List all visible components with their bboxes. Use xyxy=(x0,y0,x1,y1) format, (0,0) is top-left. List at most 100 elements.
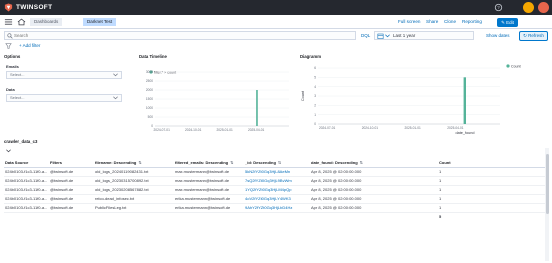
table-cell: @twinsoft.de xyxy=(49,194,94,204)
table-cell: 1 xyxy=(438,185,546,195)
table-cell: 024b0103-f1c3-11f0-a... xyxy=(4,203,49,213)
x-tick-label: 2025-04-01 xyxy=(447,126,464,130)
id-link[interactable]: 1YQ2fYZt0Gq3HjLM4pQp xyxy=(244,185,310,195)
y-tick-label: 2000 xyxy=(146,88,153,92)
data-select[interactable]: Select... xyxy=(6,94,122,102)
brand-logo[interactable]: TWINSOFT xyxy=(4,2,52,13)
table-row: 024b0103-f1c3-11f0-a... @twinsoft.de old… xyxy=(4,185,546,195)
table-cell: erika.mustermann@twinsoft.de xyxy=(174,203,244,213)
search-input[interactable] xyxy=(14,32,314,39)
sort-icon: ⇅ xyxy=(359,159,364,165)
timeline-chart: filter:* > count 3000 2500 2000 1500 1000 500… xyxy=(146,70,289,132)
home-icon[interactable] xyxy=(17,18,26,26)
legend-label: Count xyxy=(511,65,521,69)
timeline-panel-title: Data Timeline xyxy=(139,54,167,59)
table-row: 024b0103-f1c3-11f0-a... @twinsoft.de rel… xyxy=(4,194,546,204)
reporting-link[interactable]: Reporting xyxy=(462,18,482,26)
edit-button[interactable]: ✎ Edit xyxy=(497,17,518,27)
y-tick-label: 4 xyxy=(314,85,316,89)
table-cell: 024b0103-f1c3-11f0-a... xyxy=(4,176,49,186)
top-bar: TWINSOFT ? xyxy=(0,0,552,15)
calendar-icon[interactable] xyxy=(377,33,384,39)
refresh-icon: ↻ xyxy=(523,32,527,38)
table-panel-title: crawler_data_c3 xyxy=(4,139,38,144)
diagram-legend[interactable]: Count xyxy=(506,64,521,69)
chevron-down-icon[interactable] xyxy=(385,34,390,38)
legend-swatch xyxy=(506,64,510,68)
table-cell: max.mustermann@twinsoft.de xyxy=(174,185,244,195)
search-box[interactable] xyxy=(4,31,356,40)
add-filter-button[interactable]: + Add filter xyxy=(19,42,40,50)
column-header[interactable]: filtered_emails: Descending ⇅ xyxy=(174,158,244,168)
x-tick-label: 2025-04-01 xyxy=(248,128,265,132)
table-cell: 1 xyxy=(438,176,546,186)
table-row: 024b0103-f1c3-11f0-a... @twinsoft.de old… xyxy=(4,167,546,177)
full-screen-link[interactable]: Full screen xyxy=(398,18,420,26)
column-header[interactable]: date_found: Descending ⇅ xyxy=(310,158,438,168)
query-language-toggle[interactable]: DQL xyxy=(361,31,370,40)
id-link[interactable]: 9AhY2fYZt0Gq3HjLbD4Hz xyxy=(244,203,310,213)
filter-icon[interactable] xyxy=(5,43,12,49)
chevron-down-icon xyxy=(113,73,118,77)
sort-icon: ⇅ xyxy=(138,159,142,165)
emails-control-label: Emails xyxy=(6,64,19,69)
table-cell: Apr 8, 2025 @ 02:00:00.000 xyxy=(310,176,438,186)
refresh-button[interactable]: ↻ Refresh xyxy=(519,30,548,41)
x-tick-label: 2024-10-01 xyxy=(185,128,202,132)
table-cell: 1 xyxy=(438,167,546,177)
table-cell: Apr 8, 2025 @ 02:00:00.000 xyxy=(310,167,438,177)
table-cell: 024b0103-f1c3-11f0-a... xyxy=(4,185,49,195)
total-count: 5 xyxy=(439,214,442,220)
table-cell: Apr 8, 2025 @ 02:00:00.000 xyxy=(310,185,438,195)
notification-avatar[interactable] xyxy=(523,2,534,13)
table-total-row: 5 xyxy=(4,212,546,221)
column-header[interactable]: Data Source xyxy=(4,158,49,168)
diagram-chart: Count Count date_found 6 5 4 3 2 1 02024-07-01… xyxy=(301,64,521,135)
y-tick-label: 1500 xyxy=(146,97,153,101)
chevron-down-icon[interactable] xyxy=(6,149,11,153)
id-link[interactable]: 4oV2fYZt0Gq3HjLY4WK3 xyxy=(244,194,310,204)
clone-link[interactable]: Clone xyxy=(444,18,456,26)
y-tick-label: 1 xyxy=(314,113,316,117)
table-cell: 1 xyxy=(438,194,546,204)
id-link[interactable]: 5kN2fYZt0Gq3HjL8AeMn xyxy=(244,167,310,177)
show-dates-link[interactable]: Show dates xyxy=(486,31,510,40)
column-header[interactable]: Count xyxy=(438,158,546,168)
table-cell: relco-dead_infosec.txt xyxy=(94,194,174,204)
table-cell: old_logs_20230208567882.txt xyxy=(94,185,174,195)
pencil-icon: ✎ xyxy=(501,19,505,25)
table-row: 024b0103-f1c3-11f0-a... @twinsoft.de Pub… xyxy=(4,203,546,213)
y-tick-label: 1000 xyxy=(146,106,153,110)
emails-select[interactable]: Select... xyxy=(6,71,122,79)
help-icon[interactable]: ? xyxy=(494,3,503,12)
scrollbar-thumb[interactable] xyxy=(545,154,549,214)
column-header[interactable]: Filters xyxy=(49,158,94,168)
share-link[interactable]: Share xyxy=(426,18,438,26)
table-row: 024b0103-f1c3-11f0-a... @twinsoft.de old… xyxy=(4,176,546,186)
id-link[interactable]: 7sQ2fYZt0Gq3HjL9BvWm xyxy=(244,176,310,186)
x-axis-title: date_found xyxy=(455,131,474,135)
table-cell: PublicFilesLeg.txt xyxy=(94,203,174,213)
timeline-legend[interactable]: filter:* > count xyxy=(149,70,176,75)
column-header[interactable]: filename: Descending ⇅ xyxy=(94,158,174,168)
table-cell: max.mustermann@twinsoft.de xyxy=(174,167,244,177)
table-cell: old_logs_20240119082431.txt xyxy=(94,167,174,177)
y-axis-title: Count xyxy=(301,90,305,101)
x-tick-label: 2024-07-01 xyxy=(154,128,171,132)
table-cell: old_logs_20230315700892.txt xyxy=(94,176,174,186)
options-panel-title: Options xyxy=(4,54,21,59)
navigation-bar: Dashboards Darknet Test Full screen Shar… xyxy=(0,15,552,29)
column-header[interactable]: _id: Descending ⇅ xyxy=(244,158,310,168)
legend-label: filter:* > count xyxy=(154,71,176,75)
y-tick-label: 500 xyxy=(148,115,154,119)
table-cell: 024b0103-f1c3-11f0-a... xyxy=(4,167,49,177)
time-picker[interactable]: Last 1 year xyxy=(374,31,474,40)
user-avatar[interactable] xyxy=(538,2,549,13)
sort-icon: ⇅ xyxy=(277,159,282,165)
y-tick-label: 0 xyxy=(314,122,316,126)
breadcrumb-dashboards[interactable]: Dashboards xyxy=(30,18,63,26)
y-tick-label: 2500 xyxy=(146,79,153,83)
data-control-label: Data xyxy=(6,87,15,92)
table-scrollbar[interactable] xyxy=(545,148,549,261)
menu-icon[interactable] xyxy=(4,18,13,26)
